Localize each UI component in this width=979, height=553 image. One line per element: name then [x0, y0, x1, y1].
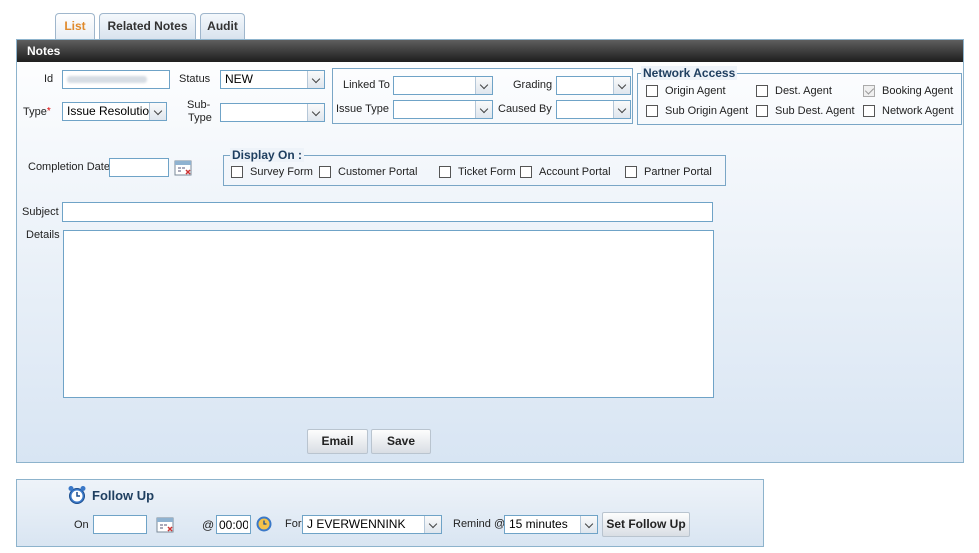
dest-agent-label: Dest. Agent	[775, 85, 832, 97]
subject-input[interactable]	[62, 202, 713, 222]
status-select[interactable]: NEW	[220, 70, 325, 89]
details-textarea[interactable]	[63, 230, 714, 398]
grading-label: Grading	[513, 79, 553, 91]
ticket-form-label: Ticket Form	[458, 166, 516, 178]
network-agent-label: Network Agent	[882, 105, 954, 117]
account-portal-checkbox[interactable]	[520, 166, 532, 178]
follow-up-title: Follow Up	[92, 488, 155, 503]
type-label-text: Type	[23, 106, 47, 118]
status-select-value: NEW	[225, 72, 253, 86]
tab-related-notes-label: Related Notes	[107, 19, 188, 33]
chevron-down-icon	[307, 71, 324, 88]
chevron-down-icon	[475, 77, 492, 94]
calendar-icon[interactable]	[174, 159, 193, 176]
set-follow-up-button-label: Set Follow Up	[606, 517, 686, 531]
follow-up-time-input[interactable]	[216, 515, 251, 534]
subtype-select[interactable]	[220, 103, 325, 122]
alarm-clock-icon	[67, 485, 87, 505]
set-follow-up-button[interactable]: Set Follow Up	[602, 512, 690, 537]
required-mark: *	[46, 106, 51, 117]
chevron-down-icon	[307, 104, 324, 121]
sub-origin-agent-label: Sub Origin Agent	[665, 105, 749, 117]
follow-up-on-label: On	[74, 519, 89, 531]
follow-up-for-label: For	[285, 518, 302, 530]
details-label: Details	[26, 229, 60, 241]
issue-type-label: Issue Type	[336, 103, 389, 115]
id-field	[62, 70, 170, 89]
dest-agent-checkbox[interactable]	[756, 85, 768, 97]
survey-form-label: Survey Form	[250, 166, 313, 178]
grading-select[interactable]	[556, 76, 631, 95]
follow-up-remind-label: Remind @	[453, 518, 506, 530]
id-label: Id	[44, 73, 54, 85]
follow-up-panel: Follow Up On @ For J EVERWENNINK Remind …	[16, 479, 764, 547]
sub-dest-agent-checkbox[interactable]	[756, 105, 768, 117]
email-button-label: Email	[321, 434, 354, 448]
origin-agent-checkbox[interactable]	[646, 85, 658, 97]
status-label: Status	[179, 73, 211, 85]
follow-up-for-value: J EVERWENNINK	[307, 517, 406, 531]
chevron-down-icon	[475, 101, 492, 118]
follow-up-for-select[interactable]: J EVERWENNINK	[302, 515, 442, 534]
completion-date-label: Completion Date	[28, 161, 110, 173]
chevron-down-icon	[613, 101, 630, 118]
chevron-down-icon	[149, 103, 166, 120]
display-on-group: Display On : Survey Form Customer Portal…	[223, 148, 726, 186]
ticket-form-checkbox[interactable]	[439, 166, 451, 178]
type-select[interactable]: Issue Resolution	[62, 102, 167, 121]
linked-to-select[interactable]	[393, 76, 493, 95]
calendar-icon[interactable]	[156, 516, 175, 533]
survey-form-checkbox[interactable]	[231, 166, 243, 178]
type-label: Type*	[23, 106, 51, 118]
network-access-legend: Network Access	[641, 66, 738, 80]
tab-related-notes[interactable]: Related Notes	[99, 13, 196, 39]
subject-label: Subject	[22, 206, 59, 218]
save-button-label: Save	[386, 434, 416, 448]
chevron-down-icon	[613, 77, 630, 94]
network-access-group: Network Access Origin Agent Dest. Agent …	[637, 66, 962, 125]
chevron-down-icon	[424, 516, 441, 533]
tab-list-label: List	[64, 19, 86, 33]
tab-audit[interactable]: Audit	[200, 13, 245, 39]
caused-by-label: Caused By	[498, 103, 552, 115]
partner-portal-label: Partner Portal	[644, 166, 712, 178]
caused-by-select[interactable]	[556, 100, 631, 119]
completion-date-input[interactable]	[109, 158, 169, 177]
notes-panel: Notes Id Status NEW Type* Issue Resoluti…	[16, 39, 964, 463]
display-on-legend: Display On :	[230, 148, 305, 162]
issue-type-select[interactable]	[393, 100, 493, 119]
booking-agent-label: Booking Agent	[882, 85, 953, 97]
email-button[interactable]: Email	[307, 429, 368, 454]
booking-agent-checkbox[interactable]	[863, 85, 875, 97]
account-portal-label: Account Portal	[539, 166, 611, 178]
linked-to-label: Linked To	[343, 79, 390, 91]
subtype-label-line1: Sub-	[187, 99, 211, 111]
linkage-group: Linked To Grading Issue Type Caused By	[332, 68, 633, 124]
chevron-down-icon	[580, 516, 597, 533]
customer-portal-checkbox[interactable]	[319, 166, 331, 178]
subtype-label-line2: Type	[188, 112, 212, 124]
notes-panel-header: Notes	[17, 40, 963, 62]
network-agent-checkbox[interactable]	[863, 105, 875, 117]
type-select-value: Issue Resolution	[67, 104, 156, 118]
follow-up-date-input[interactable]	[93, 515, 147, 534]
follow-up-remind-select[interactable]: 15 minutes	[504, 515, 598, 534]
origin-agent-label: Origin Agent	[665, 85, 726, 97]
sub-dest-agent-label: Sub Dest. Agent	[775, 105, 855, 117]
save-button[interactable]: Save	[371, 429, 431, 454]
tab-audit-label: Audit	[207, 19, 238, 33]
id-value-redacted	[67, 76, 147, 83]
follow-up-remind-value: 15 minutes	[509, 517, 568, 531]
customer-portal-label: Customer Portal	[338, 166, 418, 178]
partner-portal-checkbox[interactable]	[625, 166, 637, 178]
follow-up-at-label: @	[202, 518, 215, 532]
clock-icon[interactable]	[256, 516, 272, 532]
sub-origin-agent-checkbox[interactable]	[646, 105, 658, 117]
tab-list[interactable]: List	[55, 13, 95, 39]
